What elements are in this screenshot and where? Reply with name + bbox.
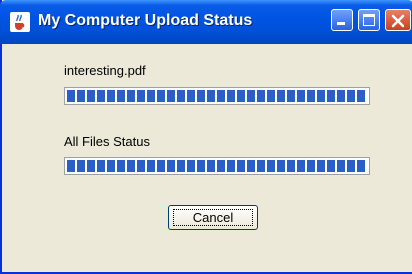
close-button[interactable]: [385, 9, 411, 31]
java-cup-icon: [10, 12, 30, 32]
all-files-progress-bar: [64, 157, 370, 175]
file-progress-fill: [67, 90, 367, 102]
maximize-button[interactable]: [358, 9, 380, 31]
upload-status-window: My Computer Upload Status interesting.pd…: [0, 0, 412, 274]
close-icon: [391, 14, 405, 28]
file-progress-bar: [64, 87, 370, 105]
cancel-button-label: Cancel: [173, 209, 253, 226]
file-name-label: interesting.pdf: [64, 63, 146, 78]
all-files-label: All Files Status: [64, 134, 150, 149]
all-files-progress-fill: [67, 160, 367, 172]
window-title: My Computer Upload Status: [38, 12, 253, 29]
title-bar[interactable]: My Computer Upload Status: [0, 0, 412, 44]
minimize-button[interactable]: [331, 9, 353, 31]
cancel-button[interactable]: Cancel: [168, 205, 258, 230]
